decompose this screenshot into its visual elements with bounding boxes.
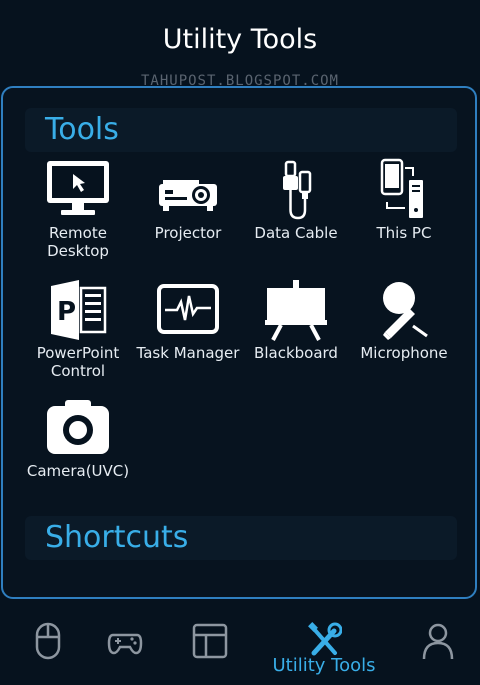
blackboard-icon [261,278,331,342]
tool-camera-uvc[interactable]: Camera(UVC) [20,396,136,480]
tool-label: Task Manager [136,344,240,362]
tool-label: PowerPoint [36,344,120,362]
nav-item-profile[interactable] [390,605,480,685]
user-icon [422,623,454,660]
tool-label: Camera(UVC) [26,462,130,480]
tool-blackboard[interactable]: Blackboard [238,278,354,362]
tool-remote-desktop[interactable]: Remote Desktop [20,158,136,260]
svg-text:P: P [57,297,76,327]
shortcuts-section-header: Shortcuts [25,516,457,560]
mouse-icon [35,622,61,660]
tool-data-cable[interactable]: Data Cable [238,158,354,242]
tool-label: Blackboard [254,344,338,362]
tool-label: Projector [154,224,222,242]
utility-tools-screen: Utility Tools TAHUPOST.BLOGSPOT.COM Tool… [0,0,480,685]
shortcuts-section-title: Shortcuts [45,520,189,555]
tool-label-line2: Control [50,362,106,380]
nav-item-gamepad[interactable] [77,605,173,685]
data-cable-icon [261,158,331,222]
tool-label-line2: Desktop [47,242,109,260]
tool-task-manager[interactable]: Task Manager [130,278,246,362]
tool-microphone[interactable]: Microphone [346,278,462,362]
gamepad-icon [107,633,143,655]
tool-powerpoint-control[interactable]: P PowerPoint Control [20,278,136,380]
projector-icon [153,158,223,222]
bottom-nav: Utility Tools [0,605,480,685]
camera-icon [43,396,113,460]
remote-desktop-icon [43,158,113,222]
microphone-icon [369,278,439,342]
tool-this-pc[interactable]: This PC [346,158,462,242]
tool-projector[interactable]: Projector [130,158,246,242]
tool-label: Data Cable [254,224,338,242]
page-title: Utility Tools [162,24,318,55]
tool-label: Microphone [360,344,448,362]
tools-section-header: Tools [25,108,457,152]
tools-panel: Tools Remote Desktop Projector Data Cabl… [1,86,477,599]
tool-label: Remote [49,224,107,242]
tools-section-title: Tools [45,112,119,147]
task-manager-icon [153,278,223,342]
powerpoint-icon: P [43,278,113,342]
layout-icon [192,623,228,659]
nav-label-utility-tools: Utility Tools [272,655,376,676]
nav-item-layout[interactable] [162,605,258,685]
nav-item-utility-tools[interactable]: Utility Tools [272,605,376,685]
this-pc-icon [369,158,439,222]
tool-label: This PC [376,224,432,242]
